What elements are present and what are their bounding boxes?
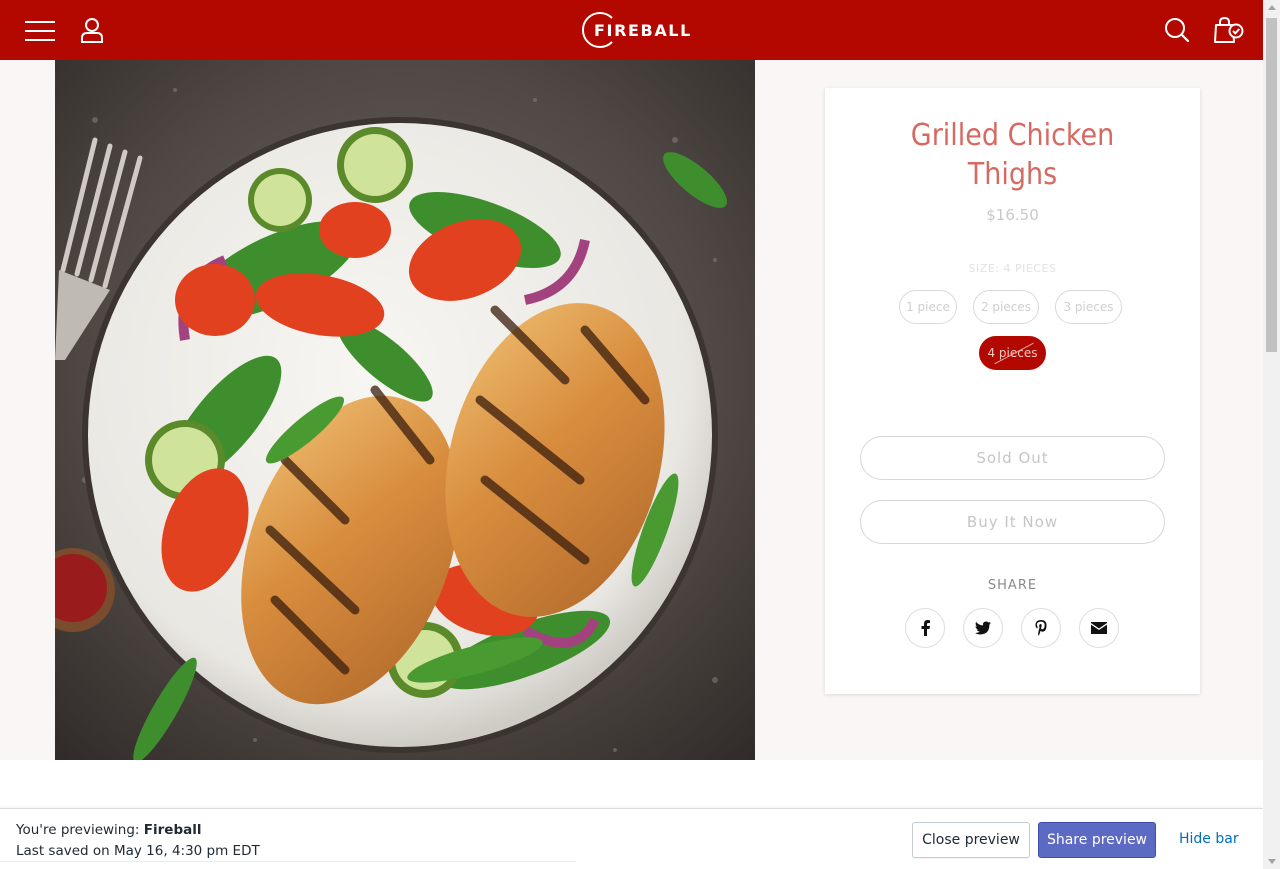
- size-option-label: 2 pieces: [980, 300, 1031, 314]
- theme-preview-bar: You're previewing: Fireball Last saved o…: [0, 808, 1263, 869]
- share-preview-button[interactable]: Share preview: [1038, 822, 1156, 858]
- pinterest-icon: [1035, 620, 1047, 636]
- shopping-bag-check-icon[interactable]: [1213, 16, 1245, 44]
- product-title-line-1: Grilled Chicken: [910, 118, 1115, 153]
- brand-name: FIREBALL: [594, 21, 692, 40]
- product-image[interactable]: [55, 60, 755, 760]
- product-title: Grilled Chicken Thighs: [825, 116, 1200, 194]
- share-heading: SHARE: [987, 578, 1038, 593]
- fireball-logo[interactable]: FIREBALL: [580, 10, 690, 50]
- size-option-3-pieces[interactable]: 3 pieces: [1055, 290, 1122, 324]
- site-header: FIREBALL: [0, 0, 1263, 60]
- product-title-line-2: Thighs: [967, 157, 1058, 192]
- size-label: SIZE: 4 PIECES: [968, 262, 1057, 275]
- user-account-icon[interactable]: [80, 17, 104, 43]
- hide-bar-link[interactable]: Hide bar: [1179, 831, 1239, 847]
- facebook-icon: [921, 620, 930, 636]
- buy-it-now-label: Buy It Now: [966, 513, 1059, 531]
- size-option-4-pieces[interactable]: 4 pieces: [979, 336, 1046, 370]
- facebook-share-button[interactable]: [905, 608, 945, 648]
- size-option-label: 3 pieces: [1063, 300, 1114, 314]
- hamburger-menu-icon[interactable]: [25, 21, 55, 41]
- scroll-down-arrow-icon[interactable]: [1268, 859, 1276, 864]
- product-details-card: Grilled Chicken Thighs $16.50 SIZE: 4 PI…: [825, 88, 1200, 694]
- email-share-button[interactable]: [1079, 608, 1119, 648]
- store-name: Fireball: [143, 822, 202, 838]
- email-icon: [1091, 622, 1107, 634]
- search-icon[interactable]: [1164, 17, 1190, 43]
- twitter-share-button[interactable]: [963, 608, 1003, 648]
- product-price: $16.50: [986, 206, 1039, 224]
- size-option-2-pieces[interactable]: 2 pieces: [973, 290, 1039, 324]
- twitter-icon: [975, 621, 991, 635]
- sold-out-label: Sold Out: [976, 449, 1049, 467]
- sold-out-button[interactable]: Sold Out: [860, 436, 1165, 480]
- scroll-up-arrow-icon[interactable]: [1268, 5, 1276, 10]
- last-saved-text: Last saved on May 16, 4:30 pm EDT: [16, 843, 260, 859]
- pinterest-share-button[interactable]: [1021, 608, 1061, 648]
- previewing-text: You're previewing: Fireball: [16, 822, 201, 838]
- size-option-1-piece[interactable]: 1 piece: [899, 290, 957, 324]
- divider: [0, 861, 576, 862]
- size-option-label: 1 piece: [906, 300, 950, 314]
- previewing-prefix: You're previewing:: [16, 822, 140, 838]
- page-scrollbar[interactable]: [1263, 0, 1280, 869]
- close-preview-button[interactable]: Close preview: [912, 822, 1030, 858]
- buy-it-now-button[interactable]: Buy It Now: [860, 500, 1165, 544]
- scrollbar-thumb[interactable]: [1266, 18, 1277, 352]
